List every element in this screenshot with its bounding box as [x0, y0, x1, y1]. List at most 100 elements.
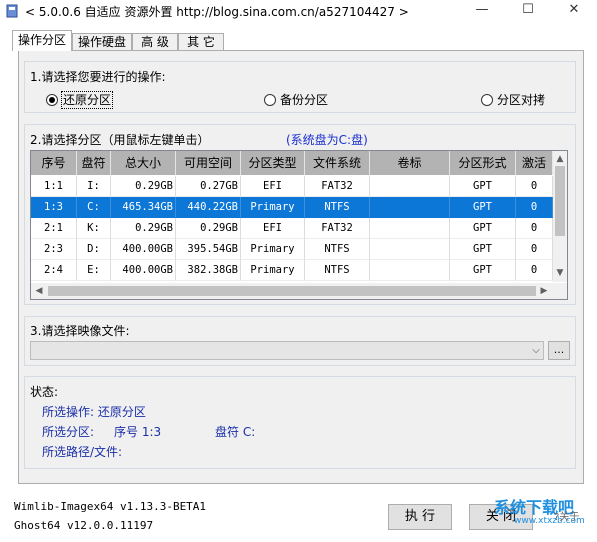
vertical-scroll-thumb[interactable] [555, 166, 565, 236]
table-row[interactable]: 2:4 E: 400.00GB 382.38GB Primary NTFS GPT 0 [31, 260, 553, 281]
tab-operate-disk[interactable]: 操作硬盘 [72, 33, 132, 50]
column-header[interactable]: 可用空间 [176, 151, 241, 175]
table-row[interactable]: 1:3 C: 465.34GB 440.22GB Primary NTFS GPT 0 [31, 197, 553, 218]
column-header[interactable]: 盘符 [77, 151, 111, 175]
table-cell [370, 197, 450, 218]
partition-table[interactable]: 序号 盘符 总大小 可用空间 分区类型 文件系统 卷标 分区形式 激活 1:1 I: 0.29GB 0… [30, 150, 568, 300]
table-cell: 0.27GB [176, 176, 241, 197]
table-cell: 1:3 [31, 197, 77, 218]
about-link[interactable]: ?关于 [554, 508, 579, 523]
restore-radio-label: 还原分区 [60, 91, 114, 109]
status-partition-label: 所选分区: [42, 425, 95, 439]
table-cell: Primary [241, 239, 305, 260]
window-title: < 5.0.0.6 自适应 资源外置 http://blog.sina.com.… [25, 5, 409, 19]
table-header: 序号 盘符 总大小 可用空间 分区类型 文件系统 卷标 分区形式 激活 [31, 151, 553, 175]
chevron-down-icon[interactable]: ⌵ [529, 343, 543, 358]
table-cell: K: [77, 218, 111, 239]
table-cell: 0 [516, 218, 553, 239]
status-partition-drive: 盘符 C: [215, 425, 256, 439]
table-cell: 0.29GB [111, 218, 176, 239]
table-cell: 0 [516, 260, 553, 281]
table-cell [370, 176, 450, 197]
table-cell: 2:3 [31, 239, 77, 260]
radio-dot[interactable] [481, 94, 493, 106]
system-disk-note: (系统盘为C:盘) [286, 133, 368, 147]
backup-radio-label: 备份分区 [280, 93, 329, 107]
status-path: 所选路径/文件: [42, 445, 123, 459]
image-file-label: 3.请选择映像文件: [30, 324, 130, 338]
table-cell: GPT [450, 218, 516, 239]
table-cell: 1:1 [31, 176, 77, 197]
table-row[interactable]: 2:3 D: 400.00GB 395.54GB Primary NTFS GPT 0 [31, 239, 553, 260]
status-operation: 所选操作: 还原分区 [42, 405, 146, 419]
table-row[interactable]: 1:1 I: 0.29GB 0.27GB EFI FAT32 GPT 0 [31, 176, 553, 197]
ghost-version: Ghost64 v12.0.0.11197 [14, 519, 154, 532]
app-icon [6, 4, 18, 18]
scroll-corner [553, 283, 567, 299]
table-cell: 0 [516, 176, 553, 197]
table-cell [370, 239, 450, 260]
table-cell: Primary [241, 197, 305, 218]
column-header[interactable]: 序号 [31, 151, 77, 175]
maximize-button[interactable]: ☐ [505, 0, 551, 22]
scroll-left-icon[interactable]: ◀ [32, 283, 46, 299]
table-cell: E: [77, 260, 111, 281]
table-cell: GPT [450, 260, 516, 281]
tab-other[interactable]: 其 它 [178, 33, 224, 50]
table-cell: 0 [516, 197, 553, 218]
column-header[interactable]: 卷标 [370, 151, 450, 175]
column-header[interactable]: 总大小 [111, 151, 176, 175]
image-file-combo[interactable] [30, 341, 544, 360]
table-cell: 400.00GB [111, 260, 176, 281]
table-cell: 0 [516, 239, 553, 260]
table-cell: 440.22GB [176, 197, 241, 218]
table-cell: FAT32 [305, 218, 370, 239]
table-cell: FAT32 [305, 176, 370, 197]
radio-dot-selected[interactable] [46, 94, 58, 106]
tab-operate-partition[interactable]: 操作分区 [12, 30, 72, 51]
table-cell: I: [77, 176, 111, 197]
browse-button[interactable]: ... [548, 341, 570, 360]
table-cell: 395.54GB [176, 239, 241, 260]
radio-dot[interactable] [264, 94, 276, 106]
table-cell: NTFS [305, 260, 370, 281]
table-cell: Primary [241, 260, 305, 281]
minimize-button[interactable]: — [459, 0, 505, 22]
wimlib-version: Wimlib-Imagex64 v1.13.3-BETA1 [14, 500, 207, 513]
horizontal-scroll-thumb[interactable] [48, 286, 536, 296]
table-row[interactable]: 2:1 K: 0.29GB 0.29GB EFI FAT32 GPT 0 [31, 218, 553, 239]
table-cell: 2:4 [31, 260, 77, 281]
copy-radio-label: 分区对拷 [497, 93, 546, 107]
table-cell: 465.34GB [111, 197, 176, 218]
table-cell: 382.38GB [176, 260, 241, 281]
table-cell: D: [77, 239, 111, 260]
table-cell: GPT [450, 176, 516, 197]
partition-label: 2.请选择分区（用鼠标左键单击） [30, 133, 210, 147]
table-cell: 2:1 [31, 218, 77, 239]
table-cell: GPT [450, 239, 516, 260]
site-watermark: 系统下载吧 www.xtxzb.com ?关于 [492, 494, 592, 534]
run-button[interactable]: 执 行 [388, 504, 452, 530]
table-cell: EFI [241, 176, 305, 197]
column-header[interactable]: 文件系统 [305, 151, 370, 175]
scroll-down-icon[interactable]: ▼ [553, 266, 567, 280]
tab-advanced[interactable]: 高 级 [132, 33, 178, 50]
table-cell [370, 218, 450, 239]
operation-label: 1.请选择您要进行的操作: [30, 70, 166, 84]
scroll-right-icon[interactable]: ▶ [537, 283, 551, 299]
table-cell: 0.29GB [111, 176, 176, 197]
column-header[interactable]: 激活 [516, 151, 553, 175]
table-cell: GPT [450, 197, 516, 218]
table-cell: 0.29GB [176, 218, 241, 239]
table-cell: C: [77, 197, 111, 218]
table-cell: NTFS [305, 239, 370, 260]
table-cell [370, 260, 450, 281]
close-window-button[interactable]: ✕ [551, 0, 597, 22]
status-label: 状态: [30, 385, 59, 399]
scroll-up-icon[interactable]: ▲ [553, 152, 567, 166]
table-cell: EFI [241, 218, 305, 239]
status-partition-index: 序号 1:3 [114, 425, 162, 439]
table-cell: 400.00GB [111, 239, 176, 260]
column-header[interactable]: 分区形式 [450, 151, 516, 175]
column-header[interactable]: 分区类型 [241, 151, 305, 175]
